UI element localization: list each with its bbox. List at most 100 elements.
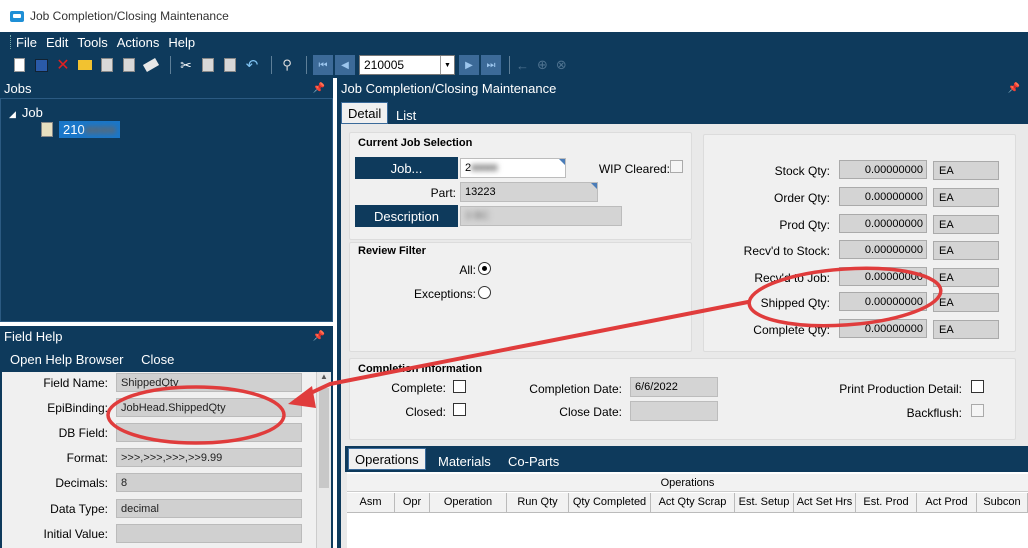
job-number-value: 210005 <box>364 58 405 72</box>
scroll-thumb[interactable] <box>319 388 329 488</box>
menu-edit[interactable]: Edit <box>46 35 68 50</box>
col-run-qty[interactable]: Run Qty <box>507 493 569 513</box>
description-field[interactable]: 3 BC <box>460 206 622 226</box>
closed-checkbox[interactable] <box>453 403 466 416</box>
pin-icon[interactable]: 📌 <box>1008 83 1020 94</box>
toolbar: ✕ ✂ ↶ ⚲ ⏮ ◀ 210005 ▼ ▶ ⏭ ← ⊕ ⊗ <box>0 52 1028 78</box>
filter-all-radio[interactable] <box>478 262 491 275</box>
save-button[interactable] <box>32 56 50 74</box>
last-record-button[interactable]: ⏭ <box>481 55 501 75</box>
col-act-prod[interactable]: Act Prod <box>917 493 977 513</box>
qty-value[interactable]: 0.00000000 <box>839 292 927 311</box>
menu-actions[interactable]: Actions <box>117 35 160 50</box>
field-help-close-link[interactable]: Close <box>141 352 174 367</box>
tab-coparts[interactable]: Co-Parts <box>502 450 565 472</box>
open-help-browser-link[interactable]: Open Help Browser <box>10 352 123 367</box>
tab-detail[interactable]: Detail <box>341 102 389 124</box>
preview-icon <box>123 58 135 72</box>
tab-list[interactable]: List <box>390 104 422 126</box>
expand-triangle-icon[interactable]: ◢ <box>9 109 16 119</box>
qty-uom[interactable]: EA <box>933 241 999 260</box>
jobs-pane-header: Jobs 📌 <box>0 78 333 98</box>
filter-exceptions-radio[interactable] <box>478 286 491 299</box>
filter-all-label: All: <box>459 263 476 277</box>
col-est-setup[interactable]: Est. Setup <box>735 493 794 513</box>
copy-button[interactable] <box>199 56 217 74</box>
paste-button[interactable] <box>221 56 239 74</box>
part-field[interactable]: 13223 <box>460 182 598 202</box>
complete-checkbox[interactable] <box>453 380 466 393</box>
undo-button[interactable]: ↶ <box>243 56 261 74</box>
tab-materials[interactable]: Materials <box>432 450 497 472</box>
copy-icon <box>202 58 214 72</box>
next-record-button[interactable]: ▶ <box>459 55 479 75</box>
qty-value[interactable]: 0.00000000 <box>839 240 927 259</box>
prev-record-button[interactable]: ◀ <box>335 55 355 75</box>
col-operation[interactable]: Operation <box>430 493 507 513</box>
scroll-up-icon[interactable]: ▲ <box>317 372 331 386</box>
cut-button[interactable]: ✂ <box>177 56 195 74</box>
fh-value[interactable]: 8 <box>116 473 302 492</box>
tree-root-job[interactable]: ◢ Job <box>9 105 43 120</box>
print-button[interactable] <box>98 56 116 74</box>
qty-label: Complete Qty: <box>753 323 830 337</box>
qty-value[interactable]: 0.00000000 <box>839 160 927 179</box>
qty-uom[interactable]: EA <box>933 320 999 339</box>
col-qty-completed[interactable]: Qty Completed <box>569 493 651 513</box>
fh-value[interactable]: decimal <box>116 499 302 518</box>
preview-button[interactable] <box>120 56 138 74</box>
fh-value[interactable]: >>>,>>>,>>>,>>9.99 <box>116 448 302 467</box>
job-button[interactable]: Job... <box>355 157 458 179</box>
pin-icon[interactable]: 📌 <box>313 83 325 94</box>
menu-file[interactable]: File <box>16 35 37 50</box>
first-record-button[interactable]: ⏮ <box>313 55 333 75</box>
description-button[interactable]: Description <box>355 205 458 227</box>
chevron-down-icon[interactable]: ▼ <box>440 56 454 74</box>
qty-label: Order Qty: <box>773 191 830 205</box>
menu-tools[interactable]: Tools <box>77 35 107 50</box>
qty-uom[interactable]: EA <box>933 268 999 287</box>
fh-label: Field Name: <box>43 376 108 390</box>
fh-value[interactable]: ShippedQty <box>116 373 302 392</box>
qty-uom[interactable]: EA <box>933 293 999 312</box>
fh-value[interactable] <box>116 423 302 442</box>
clear-button[interactable] <box>142 56 160 74</box>
qty-value[interactable]: 0.00000000 <box>839 214 927 233</box>
tab-operations[interactable]: Operations <box>348 448 426 470</box>
print-detail-checkbox[interactable] <box>971 380 984 393</box>
tree-item-job[interactable]: 210■■■■ <box>41 121 121 138</box>
pin-icon[interactable]: 📌 <box>313 331 325 342</box>
col-est-prod[interactable]: Est. Prod <box>856 493 917 513</box>
qty-value[interactable]: 0.00000000 <box>839 267 927 286</box>
forward-icon[interactable]: ⊕ <box>537 57 548 73</box>
col-act-qty-scrap[interactable]: Act Qty Scrap <box>651 493 735 513</box>
fh-value[interactable]: JobHead.ShippedQty <box>116 398 302 417</box>
delete-button[interactable]: ✕ <box>54 56 72 74</box>
open-button[interactable] <box>76 56 94 74</box>
qty-uom[interactable]: EA <box>933 188 999 207</box>
col-asm[interactable]: Asm <box>347 493 395 513</box>
qty-value[interactable]: 0.00000000 <box>839 319 927 338</box>
col-act-set-hrs[interactable]: Act Set Hrs <box>794 493 856 513</box>
field-help-scrollbar[interactable]: ▲ <box>316 372 331 548</box>
stop-icon[interactable]: ⊗ <box>556 57 567 73</box>
back-icon[interactable]: ← <box>516 58 529 73</box>
col-subcon[interactable]: Subcon <box>977 493 1028 513</box>
qty-label: Prod Qty: <box>779 218 830 232</box>
fh-value[interactable] <box>116 524 302 543</box>
close-date-field[interactable] <box>630 401 718 421</box>
qty-uom[interactable]: EA <box>933 215 999 234</box>
qty-uom[interactable]: EA <box>933 161 999 180</box>
menu-help[interactable]: Help <box>168 35 195 50</box>
completion-date-field[interactable]: 6/6/2022 <box>630 377 718 397</box>
qty-value[interactable]: 0.00000000 <box>839 187 927 206</box>
window-titlebar: Job Completion/Closing Maintenance <box>0 0 1028 32</box>
new-button[interactable] <box>10 56 28 74</box>
col-opr[interactable]: Opr <box>395 493 430 513</box>
job-number-combo[interactable]: 210005 ▼ <box>359 55 455 75</box>
scissors-icon: ✂ <box>180 56 192 73</box>
job-field[interactable]: 2■■■■ <box>460 158 566 178</box>
search-button[interactable]: ⚲ <box>278 56 296 74</box>
wip-cleared-checkbox[interactable] <box>670 160 683 173</box>
backflush-checkbox[interactable] <box>971 404 984 417</box>
